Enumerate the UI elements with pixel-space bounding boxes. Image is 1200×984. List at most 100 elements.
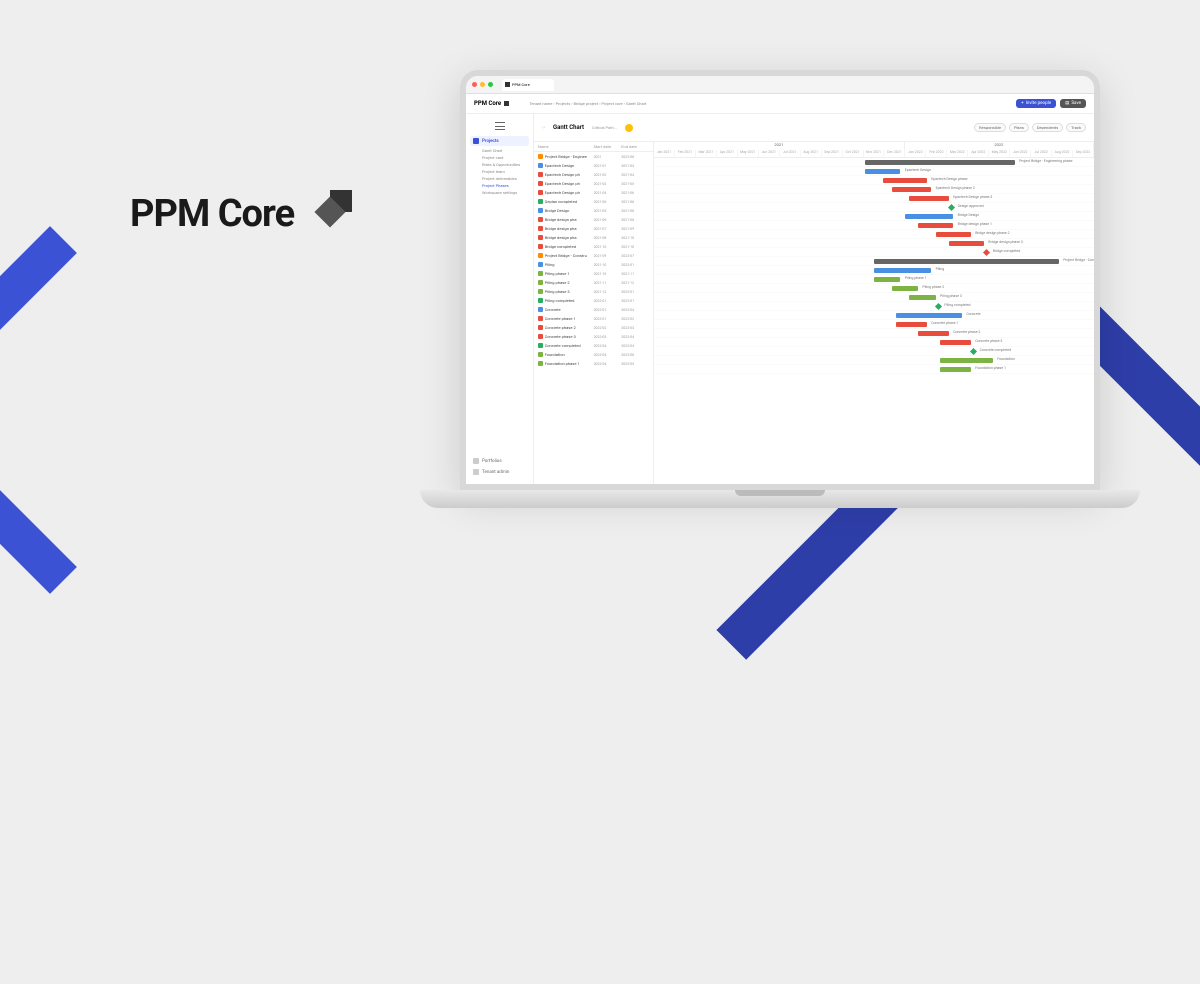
gantt-row: Bridge design phase 1	[654, 221, 1094, 230]
task-row[interactable]: Piling phase 12021-102021-11	[534, 269, 653, 278]
gantt-bar[interactable]	[940, 358, 993, 363]
save-button[interactable]: ▤Save	[1060, 99, 1086, 108]
task-color-swatch	[538, 226, 543, 231]
gantt-bar[interactable]	[896, 313, 962, 318]
task-name: Foundation phase 1	[545, 361, 594, 366]
sidebar-sub-card[interactable]: Project card	[470, 154, 529, 161]
chip-plans[interactable]: Plans	[1009, 123, 1029, 132]
task-row[interactable]: Epactech Design ph2021-022021-04	[534, 170, 653, 179]
task-end: 2022-02	[621, 317, 649, 321]
gantt-bar[interactable]	[918, 223, 953, 228]
task-name: Concrete completed	[545, 343, 594, 348]
sidebar-item-portfolios[interactable]: Portfolios	[470, 456, 529, 466]
hamburger-icon[interactable]	[495, 122, 505, 130]
sidebar-sub-risks[interactable]: Risks & Opportunities	[470, 161, 529, 168]
breadcrumb[interactable]: Tenant name › Projects › Bridge project …	[529, 101, 1016, 106]
gantt-row: Epactech Design phase 2	[654, 185, 1094, 194]
gantt-row: Piling	[654, 266, 1094, 275]
sidebar-sub-workspace[interactable]: Workspace settings	[470, 189, 529, 196]
milestone-icon[interactable]	[935, 303, 942, 310]
close-window-icon[interactable]	[472, 82, 477, 87]
chip-responsible[interactable]: Responsible	[974, 123, 1006, 132]
task-row[interactable]: Epactech Design ph2021-032021-05	[534, 179, 653, 188]
task-row[interactable]: Concrete2022-012022-04	[534, 305, 653, 314]
task-color-swatch	[538, 253, 543, 258]
task-row[interactable]: Piling completed2022-012022-01	[534, 296, 653, 305]
gantt-bar[interactable]	[892, 187, 932, 192]
gantt-bar[interactable]	[949, 241, 984, 246]
gantt-bar[interactable]	[909, 196, 949, 201]
content-header: ‹› Gantt Chart Critical Path... Responsi…	[534, 114, 1094, 142]
milestone-icon[interactable]	[970, 348, 977, 355]
sidebar-sub-gantt[interactable]: Gantt Chart	[470, 147, 529, 154]
gantt-bar[interactable]	[874, 277, 900, 282]
expand-icon[interactable]: ‹›	[542, 125, 545, 131]
gantt-bar[interactable]	[909, 295, 935, 300]
sidebar-item-tenant[interactable]: Tenant admin	[470, 467, 529, 477]
gantt-bar[interactable]	[874, 268, 931, 273]
page-title: Gantt Chart	[553, 124, 584, 131]
gantt-bar[interactable]	[865, 169, 900, 174]
timeline[interactable]: 20212022 Jan 2021Feb 2021Mar 2021Apr 202…	[654, 142, 1094, 484]
task-start: 2022-02	[594, 326, 622, 330]
gantt-bar[interactable]	[896, 322, 927, 327]
milestone-icon[interactable]	[948, 204, 955, 211]
task-row[interactable]: Geplan completed2021-062021-06	[534, 197, 653, 206]
task-row[interactable]: Concrete phase 22022-022022-03	[534, 323, 653, 332]
gantt-bar[interactable]	[905, 214, 953, 219]
task-row[interactable]: Project Bridge - Constru2021-092022-07	[534, 251, 653, 260]
task-row[interactable]: Epactech Design ph2021-042021-06	[534, 188, 653, 197]
laptop-mockup: PPM Core PPM Core Tenant name › Projects…	[420, 70, 1140, 550]
gantt-bar[interactable]	[918, 331, 949, 336]
gantt-bar[interactable]	[865, 160, 1015, 165]
task-row[interactable]: Foundation phase 12022-042022-05	[534, 359, 653, 368]
task-row[interactable]: Bridge design pha2021-072021-09	[534, 224, 653, 233]
gantt-bar-label: Foundation phase 1	[975, 366, 1006, 370]
laptop-base	[420, 490, 1140, 508]
task-color-swatch	[538, 235, 543, 240]
browser-tab[interactable]: PPM Core	[502, 79, 554, 91]
tenant-icon	[473, 469, 479, 475]
sidebar-sub-phases[interactable]: Project Phases	[470, 182, 529, 189]
gantt-bar[interactable]	[892, 286, 918, 291]
task-color-swatch	[538, 262, 543, 267]
gantt-bar[interactable]	[874, 259, 1059, 264]
gantt-bar-label: Concrete phase 3	[975, 339, 1002, 343]
task-row[interactable]: Piling phase 22021-112021-12	[534, 278, 653, 287]
task-row[interactable]: Concrete completed2022-042022-04	[534, 341, 653, 350]
task-row[interactable]: Bridge design pha2021-062021-08	[534, 215, 653, 224]
task-row[interactable]: Bridge completed2021-102021-10	[534, 242, 653, 251]
task-row[interactable]: Foundation2022-042022-06	[534, 350, 653, 359]
task-row[interactable]: Bridge design pha2021-082021-10	[534, 233, 653, 242]
critical-path-toggle[interactable]: Critical Path...	[592, 125, 617, 130]
minimize-window-icon[interactable]	[480, 82, 485, 87]
gantt-bar[interactable]	[936, 232, 971, 237]
task-row[interactable]: Piling phase 32021-122022-01	[534, 287, 653, 296]
task-color-swatch	[538, 190, 543, 195]
task-name: Piling completed	[545, 298, 594, 303]
chip-track[interactable]: Track	[1066, 123, 1086, 132]
gantt-bar[interactable]	[940, 340, 971, 345]
task-row[interactable]: Concrete phase 12022-012022-02	[534, 314, 653, 323]
chip-dependents[interactable]: Dependents	[1032, 123, 1063, 132]
sidebar-sub-team[interactable]: Project team	[470, 168, 529, 175]
task-start: 2022-04	[594, 362, 622, 366]
task-name: Epactech Design ph	[545, 172, 594, 177]
warning-icon	[625, 124, 633, 132]
gantt-bar[interactable]	[883, 178, 927, 183]
maximize-window-icon[interactable]	[488, 82, 493, 87]
invite-people-button[interactable]: +Invite people	[1016, 99, 1056, 108]
gantt-bar-label: Design approved	[958, 204, 984, 208]
task-row[interactable]: Piling2021-102022-01	[534, 260, 653, 269]
sidebar-sub-deliverables[interactable]: Project deliverables	[470, 175, 529, 182]
task-row[interactable]: Project Bridge - Enginee20212022-06	[534, 152, 653, 161]
task-row[interactable]: Epactech Design2021-012021-03	[534, 161, 653, 170]
task-name: Foundation	[545, 352, 594, 357]
gantt-bar[interactable]	[940, 367, 971, 372]
sidebar-item-projects[interactable]: Projects	[470, 136, 529, 146]
task-start: 2021-01	[594, 164, 622, 168]
task-row[interactable]: Bridge Design2021-052021-08	[534, 206, 653, 215]
month-label: Sep 2022	[1073, 150, 1094, 158]
task-row[interactable]: Concrete phase 32022-032022-04	[534, 332, 653, 341]
milestone-icon[interactable]	[983, 249, 990, 256]
